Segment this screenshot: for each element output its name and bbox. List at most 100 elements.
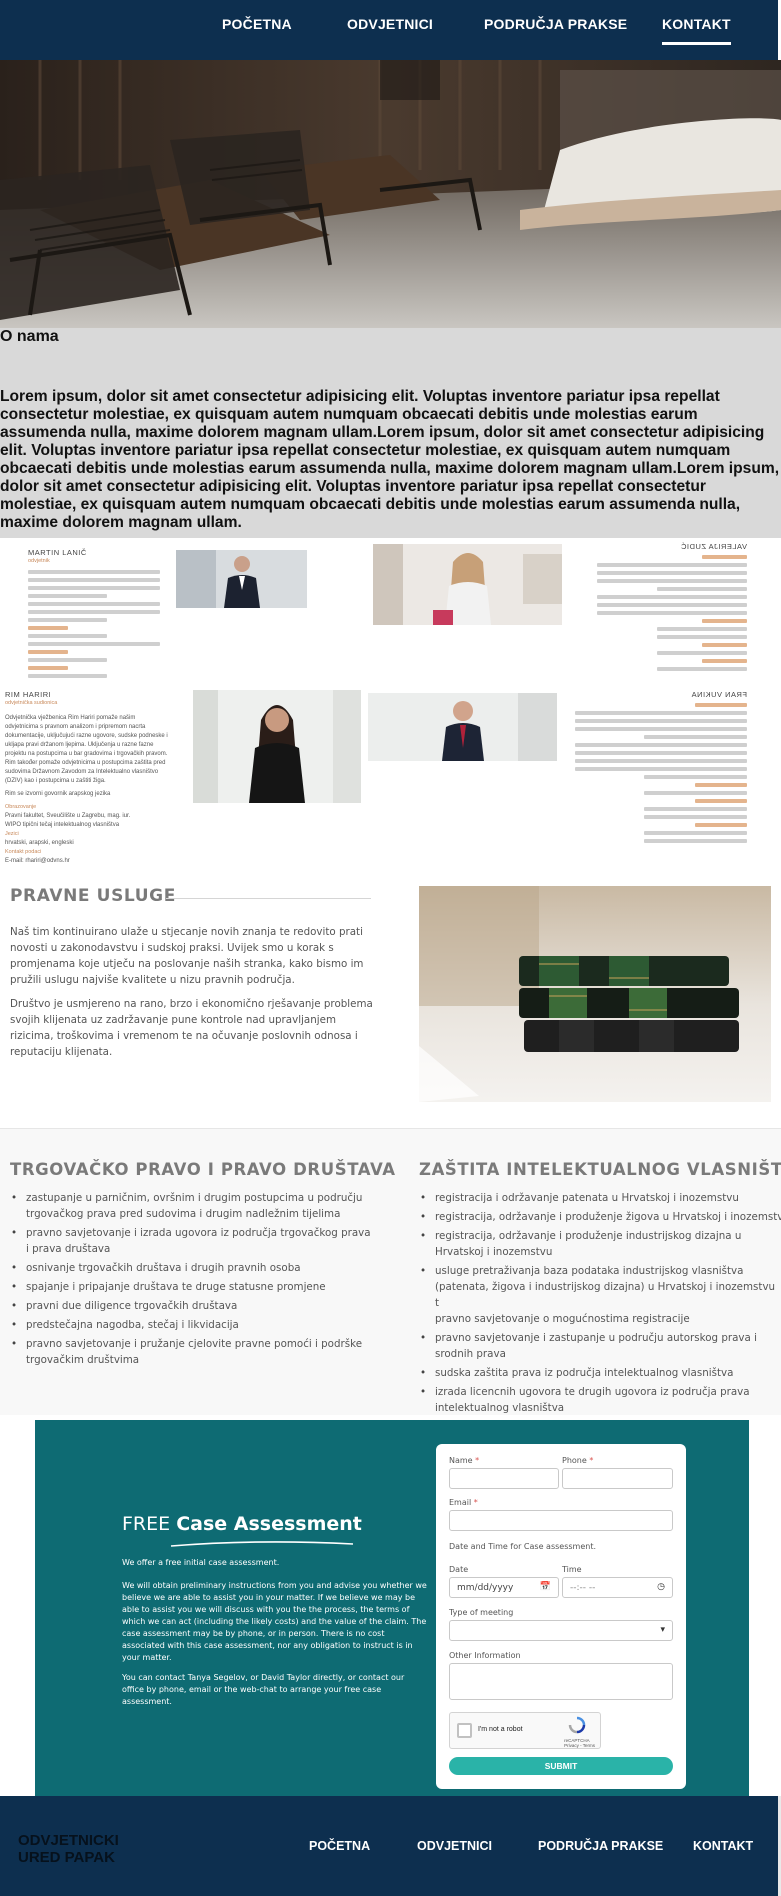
recaptcha-logo-icon (568, 1716, 586, 1734)
languages-value: hrvatski, arapski, engleski (5, 840, 74, 846)
list-item: osnivanje trgovačkih društava i drugih p… (10, 1260, 372, 1276)
education-entry: Pravni fakultet, Sveučilište u Zagrebu, … (5, 813, 131, 819)
lawyer-languages-note: Rim se izvorni govornik arapskog jezika (5, 791, 111, 797)
lawyer-photo (176, 550, 307, 608)
brand-line-1: ODVJETNICKI (18, 1832, 119, 1849)
about-section: O nama Lorem ipsum, dolor sit amet conse… (0, 328, 781, 538)
case-assessment-section: FREE Case Assessment We offer a free ini… (35, 1420, 749, 1796)
education-entry: WIPO tipični tečaj intelektualnog vlasni… (5, 822, 120, 828)
list-item: predstečajna nagodba, stečaj i likvidaci… (10, 1317, 372, 1333)
footer-link-odvjetnici[interactable]: ODVJETNICI (417, 1839, 492, 1853)
case-contact-info: You can contact Tanya Segelov, or David … (122, 1673, 405, 1706)
name-label: Name * (449, 1456, 480, 1465)
other-info-label: Other Information (449, 1651, 521, 1660)
list-item: sudska zaštita prava iz područja intelek… (419, 1365, 781, 1381)
case-description: We will obtain preliminary instructions … (122, 1581, 427, 1662)
list-item: pravno savjetovanje i zastupanje u podru… (419, 1330, 781, 1362)
footer-brand: ODVJETNICKI URED PAPAK (18, 1832, 119, 1866)
time-input[interactable]: --:-- -- ◷ (562, 1577, 673, 1598)
lawyer-role: odvjetnička sudionica (5, 700, 58, 706)
top-navigation: POČETNA ODVJETNICI PODRUČJA PRAKSE KONTA… (0, 0, 781, 60)
brand-line-2: URED PAPAK (18, 1849, 115, 1866)
chevron-down-icon: ▾ (660, 1625, 665, 1635)
case-heading-light: FREE (122, 1513, 171, 1535)
lawyer-name: MARTIN LANIČ (28, 548, 87, 557)
ip-law-list: registracija i održavanje patenata u Hrv… (419, 1190, 781, 1415)
lawyer-name: FRAN VUKINA (691, 690, 747, 699)
clock-icon[interactable]: ◷ (657, 1582, 665, 1592)
contact-email: E-mail: rhariri@odvns.hr (5, 858, 70, 864)
recaptcha-label: I'm not a robot (478, 1726, 523, 1733)
list-item: registracija, održavanje i produženje ži… (419, 1209, 781, 1225)
practice-areas-section: TRGOVAČKO PRAVO I PRAVO DRUŠTAVA zastupa… (0, 1128, 781, 1415)
date-input[interactable]: mm/dd/yyyy 📅 (449, 1577, 559, 1598)
education-label: Obrazovanje (5, 804, 37, 810)
list-item: pravno savjetovanje i pružanje cjelovite… (10, 1336, 372, 1368)
bio-martin: MARTIN LANIČ odvjetnik (28, 548, 160, 682)
lawyer-photo (368, 693, 557, 761)
list-item: zastupanje u parničnim, ovršnim i drugim… (10, 1190, 372, 1222)
nav-link-odvjetnici[interactable]: ODVJETNICI (347, 16, 433, 32)
languages-label: Jezici (5, 831, 19, 837)
services-paragraph: Naš tim kontinuirano ulaže u stjecanje n… (10, 926, 364, 986)
services-paragraph: Društvo je usmjereno na rano, brzo i eko… (10, 998, 373, 1058)
services-title: PRAVNE USLUGE (10, 886, 176, 906)
legal-services-section: PRAVNE USLUGE Naš tim kontinuirano ulaže… (0, 876, 781, 1142)
name-input[interactable] (449, 1468, 559, 1489)
lawyer-bio: Odvjetnička vježbenica Rim Hariri pomaže… (5, 715, 168, 784)
title-divider (166, 898, 371, 899)
email-label: Email * (449, 1498, 478, 1507)
recaptcha-brand: reCAPTCHA Privacy - Terms (564, 1738, 595, 1748)
about-title: O nama (0, 328, 59, 345)
calendar-icon[interactable]: 📅 (540, 1582, 551, 1592)
case-heading-bold: Case Assessment (176, 1513, 362, 1535)
date-placeholder: mm/dd/yyyy (457, 1583, 514, 1593)
list-item: registracija, održavanje i produženje in… (419, 1228, 781, 1260)
email-input[interactable] (449, 1510, 673, 1531)
heading-underline-swoosh (170, 1541, 354, 1547)
meeting-type-select[interactable]: ▾ (449, 1620, 673, 1641)
case-assessment-form: Name * Phone * Email * Date and Time for… (436, 1444, 686, 1789)
other-info-textarea[interactable] (449, 1663, 673, 1700)
list-item: spajanje i pripajanje društava te druge … (10, 1279, 372, 1295)
datetime-note: Date and Time for Case assessment. (449, 1542, 597, 1551)
law-books-image (419, 886, 771, 1102)
team-section: MARTIN LANIČ odvjetnik VALERIJA ZUDIĆ RI… (0, 538, 781, 876)
about-text: Lorem ipsum, dolor sit amet consectetur … (0, 388, 780, 531)
bio-rim-hariri: RIM HARIRI odvjetnička sudionica Odvjetn… (5, 690, 170, 866)
list-item: registracija i održavanje patenata u Hrv… (419, 1190, 781, 1206)
lawyer-photo (373, 544, 562, 625)
nav-link-pocetna[interactable]: POČETNA (222, 16, 292, 32)
time-label: Time (562, 1565, 582, 1574)
lawyer-name: VALERIJA ZUDIĆ (680, 542, 747, 551)
list-item: pravni due diligence trgovačkih društava (10, 1298, 372, 1314)
list-item: izrada licencnih ugovora te drugih ugovo… (419, 1384, 781, 1415)
list-item: pravno savjetovanje i izrada ugovora iz … (10, 1225, 372, 1257)
nav-link-podrucja-prakse[interactable]: PODRUČJA PRAKSE (484, 16, 627, 32)
footer-link-kontakt[interactable]: KONTAKT (693, 1839, 753, 1853)
lawyer-role: odvjetnik (28, 558, 50, 564)
case-intro: We offer a free initial case assessment. (122, 1558, 280, 1567)
list-item: usluge pretraživanja baza podataka indus… (419, 1263, 781, 1327)
footer-link-pocetna[interactable]: POČETNA (309, 1839, 370, 1853)
case-heading: FREE Case Assessment (122, 1513, 362, 1535)
time-placeholder: --:-- -- (570, 1583, 596, 1593)
footer: ODVJETNICKI URED PAPAK POČETNA ODVJETNIC… (0, 1796, 781, 1896)
nav-link-kontakt[interactable]: KONTAKT (662, 16, 731, 45)
lawyer-photo (193, 690, 361, 803)
meeting-type-label: Type of meeting (449, 1608, 514, 1617)
date-label: Date (449, 1565, 469, 1574)
phone-input[interactable] (562, 1468, 673, 1489)
recaptcha-checkbox[interactable] (457, 1723, 472, 1738)
recaptcha-widget: I'm not a robot reCAPTCHA Privacy - Terms (449, 1712, 601, 1749)
section-divider (0, 1128, 781, 1129)
phone-label: Phone * (562, 1456, 594, 1465)
contact-label: Kontakt podaci (5, 849, 42, 855)
lawyer-name: RIM HARIRI (5, 690, 52, 699)
hero-office-image (0, 60, 781, 328)
submit-button[interactable]: SUBMIT (449, 1757, 673, 1775)
footer-link-podrucja-prakse[interactable]: PODRUČJA PRAKSE (538, 1839, 663, 1853)
ip-law-title: ZAŠTITA INTELEKTUALNOG VLASNIŠTVA (419, 1160, 781, 1179)
bio-valerija: VALERIJA ZUDIĆ (597, 542, 747, 675)
bio-fran-vukina: FRAN VUKINA (575, 690, 747, 847)
